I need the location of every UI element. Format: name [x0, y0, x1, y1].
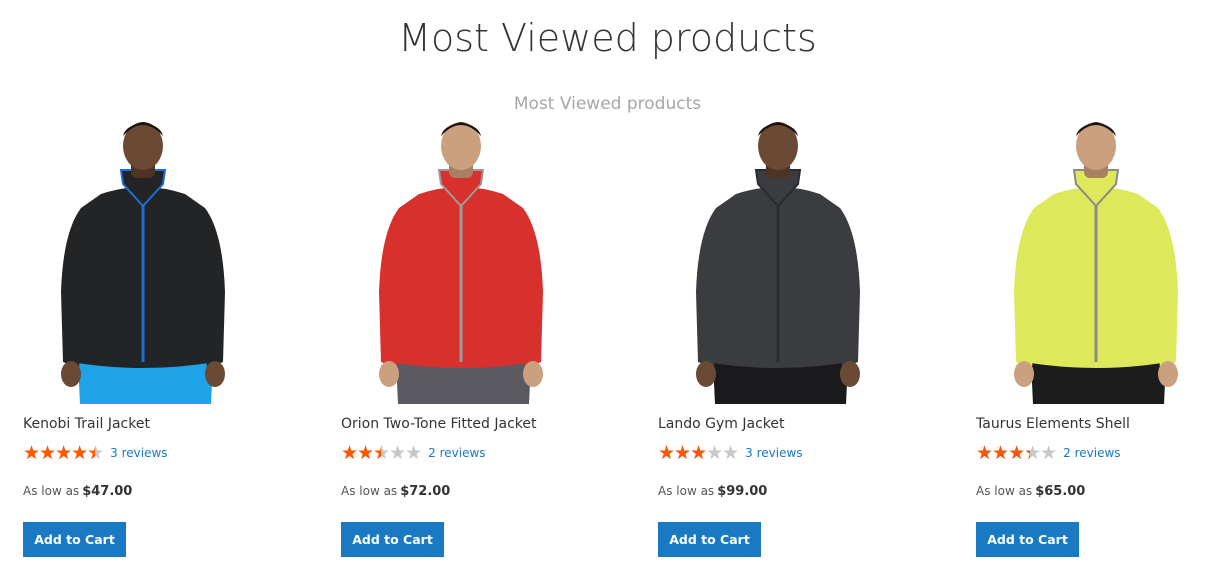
price-amount: $47.00: [82, 484, 133, 499]
rating-stars-icon: ★★★★★ ★★★★★: [341, 441, 422, 464]
rating-stars-icon: ★★★★★ ★★★★★: [658, 441, 739, 464]
product-price: As low as $99.00: [658, 480, 767, 499]
block-title: Most Viewed products: [513, 94, 702, 114]
price-label: As low as: [658, 484, 715, 498]
rating-stars-fill: ★★★★★: [23, 443, 95, 463]
rating-stars-icon: ★★★★★ ★★★★★: [976, 441, 1057, 464]
product-image[interactable]: [658, 122, 898, 404]
product-rating: ★★★★★ ★★★★★ 3 reviews: [658, 443, 803, 463]
reviews-link[interactable]: 3 reviews: [745, 446, 802, 460]
product-rating: ★★★★★ ★★★★★ 2 reviews: [341, 443, 486, 463]
product-card: Taurus Elements Shell ★★★★★ ★★★★★ 2 revi…: [976, 122, 1215, 580]
product-name-link[interactable]: Lando Gym Jacket: [658, 416, 785, 432]
price-amount: $65.00: [1035, 484, 1086, 499]
product-image[interactable]: [976, 122, 1215, 404]
price-label: As low as: [23, 484, 80, 498]
product-image[interactable]: [23, 122, 263, 404]
product-image[interactable]: [341, 122, 581, 404]
reviews-link[interactable]: 2 reviews: [428, 446, 485, 460]
product-rating: ★★★★★ ★★★★★ 2 reviews: [976, 443, 1121, 463]
rating-stars-fill: ★★★★★: [658, 443, 707, 463]
product-card: Kenobi Trail Jacket ★★★★★ ★★★★★ 3 review…: [23, 122, 283, 580]
product-price: As low as $72.00: [341, 480, 450, 499]
rating-stars-fill: ★★★★★: [976, 443, 1030, 463]
product-name-link[interactable]: Taurus Elements Shell: [976, 416, 1130, 432]
product-name-link[interactable]: Orion Two-Tone Fitted Jacket: [341, 416, 536, 432]
add-to-cart-button[interactable]: Add to Cart: [658, 522, 761, 557]
reviews-link[interactable]: 2 reviews: [1063, 446, 1120, 460]
product-price: As low as $47.00: [23, 480, 132, 499]
product-name-link[interactable]: Kenobi Trail Jacket: [23, 416, 150, 432]
price-amount: $99.00: [717, 484, 768, 499]
product-grid: Kenobi Trail Jacket ★★★★★ ★★★★★ 3 review…: [23, 122, 1215, 580]
rating-stars-fill: ★★★★★: [341, 443, 381, 463]
model-black-jacket-icon: [23, 122, 263, 404]
add-to-cart-button[interactable]: Add to Cart: [23, 522, 126, 557]
price-label: As low as: [341, 484, 398, 498]
product-rating: ★★★★★ ★★★★★ 3 reviews: [23, 443, 168, 463]
model-gray-jacket-icon: [658, 122, 898, 404]
model-red-jacket-icon: [341, 122, 581, 404]
add-to-cart-button[interactable]: Add to Cart: [341, 522, 444, 557]
page-title: Most Viewed products: [398, 16, 817, 60]
product-card: Lando Gym Jacket ★★★★★ ★★★★★ 3 reviews A…: [658, 122, 918, 580]
price-label: As low as: [976, 484, 1033, 498]
product-card: Orion Two-Tone Fitted Jacket ★★★★★ ★★★★★…: [341, 122, 601, 580]
add-to-cart-button[interactable]: Add to Cart: [976, 522, 1079, 557]
reviews-link[interactable]: 3 reviews: [110, 446, 167, 460]
rating-stars-icon: ★★★★★ ★★★★★: [23, 441, 104, 464]
product-price: As low as $65.00: [976, 480, 1085, 499]
model-yellow-jacket-icon: [976, 122, 1215, 404]
price-amount: $72.00: [400, 484, 451, 499]
